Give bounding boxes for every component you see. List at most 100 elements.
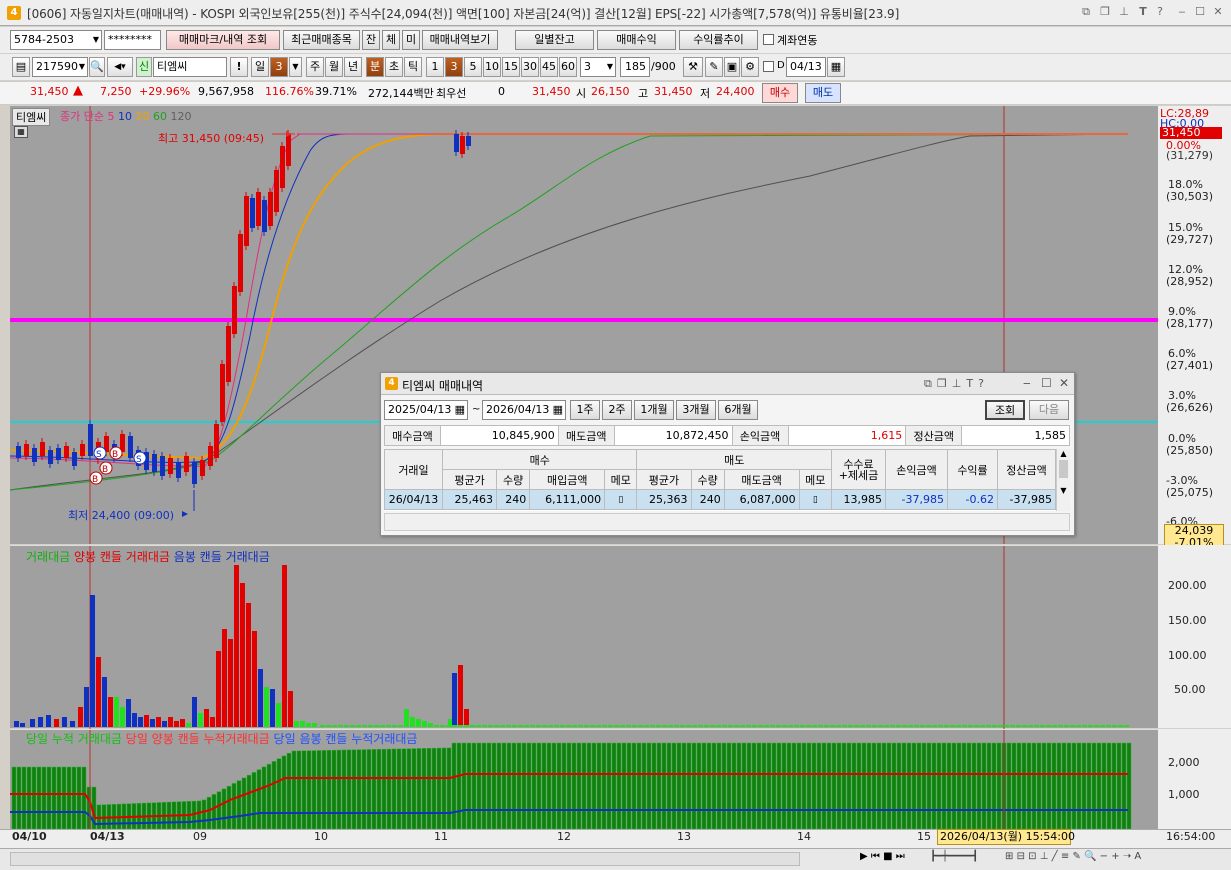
recent-trades-button[interactable]: 최근매매종목: [283, 30, 360, 50]
next-button[interactable]: 다음: [1029, 400, 1069, 420]
range-2w-button[interactable]: 2주: [602, 400, 632, 420]
day-count-dropdown[interactable]: ▼: [289, 57, 302, 77]
layout-icon[interactable]: ⊞: [1005, 851, 1013, 862]
minus-icon[interactable]: −: [1100, 851, 1108, 862]
min-30-button[interactable]: 30: [521, 57, 539, 77]
week-button[interactable]: 주: [306, 57, 324, 77]
min-60-button[interactable]: 60: [559, 57, 577, 77]
buy-button[interactable]: 매수: [762, 83, 798, 103]
bookmark-icon[interactable]: ⊥: [1040, 851, 1049, 862]
to-date-field[interactable]: 2026/04/13 ▦: [482, 400, 566, 420]
from-date-field[interactable]: 2025/04/13 ▦: [384, 400, 468, 420]
line-icon[interactable]: ╱: [1052, 851, 1058, 862]
min-15-button[interactable]: 15: [502, 57, 520, 77]
second-button[interactable]: 초: [385, 57, 403, 77]
sell-button[interactable]: 매도: [805, 83, 841, 103]
day-count[interactable]: 3: [270, 57, 288, 77]
chart-scrollbar[interactable]: [10, 852, 800, 866]
grid-icon[interactable]: ⊡: [1028, 851, 1036, 862]
popup-title-bar[interactable]: 4 티엠씨 매매내역 ⧉❐⊥T? ‒ ☐ ✕: [381, 373, 1074, 395]
year-button[interactable]: 년: [344, 57, 362, 77]
balance-button[interactable]: 잔: [362, 30, 380, 50]
count-field[interactable]: 185: [620, 57, 650, 77]
trade-history-popup[interactable]: 4 티엠씨 매매내역 ⧉❐⊥T? ‒ ☐ ✕ 2025/04/13 ▦ ~ 202…: [380, 372, 1075, 536]
trade-mark-query-button[interactable]: 매매마크/내역 조회: [166, 30, 280, 50]
popup-h-scrollbar[interactable]: [384, 513, 1070, 531]
copy-icon[interactable]: ❐: [1098, 5, 1112, 19]
popup-maximize-icon[interactable]: ☐: [1041, 376, 1052, 390]
memo-icon[interactable]: ▯: [604, 489, 638, 510]
unfilled-button[interactable]: 미: [402, 30, 420, 50]
draw-tool-icon[interactable]: ✎: [1072, 851, 1080, 862]
min-10-button[interactable]: 10: [483, 57, 501, 77]
plus-icon[interactable]: +: [1111, 851, 1119, 862]
interval-select[interactable]: 3 ▼: [580, 57, 616, 77]
amount-chart-panel[interactable]: 거래대금 양봉 캔들 거래대금 음봉 캔들 거래대금: [10, 545, 1158, 729]
filled-button[interactable]: 체: [382, 30, 400, 50]
range-1w-button[interactable]: 1주: [570, 400, 600, 420]
stop-icon[interactable]: ■: [883, 851, 892, 862]
text-tool-icon[interactable]: ≡: [1061, 851, 1069, 862]
draw-icon[interactable]: ✎: [705, 57, 723, 77]
copy-icon[interactable]: ❐: [937, 377, 952, 390]
min-1-button[interactable]: 1: [426, 57, 444, 77]
pin-icon[interactable]: ⊥: [1117, 5, 1131, 19]
date-field[interactable]: 04/13: [786, 57, 826, 77]
popup-minimize-icon[interactable]: ‒: [1023, 376, 1031, 390]
link-icon[interactable]: ⧉: [1079, 5, 1093, 19]
link-icon[interactable]: ⧉: [924, 377, 937, 390]
trade-profit-button[interactable]: 매매수익: [597, 30, 676, 50]
rewind-icon[interactable]: ⏮: [871, 851, 880, 862]
save-icon[interactable]: ▣: [724, 57, 740, 77]
account-select[interactable]: 5784-2503 ▼: [10, 30, 102, 50]
range-1m-button[interactable]: 1개월: [634, 400, 674, 420]
settings-icon[interactable]: ▤: [12, 57, 30, 77]
table-scrollbar[interactable]: ▲ ▼: [1056, 449, 1070, 511]
memo-icon[interactable]: ▯: [798, 489, 833, 510]
table-icon[interactable]: ▦: [14, 126, 28, 138]
table-row[interactable]: 26/04/13 25,463 240 6,111,000 ▯ 25,363 2…: [384, 489, 1056, 510]
stock-code-field[interactable]: 217590 ▼: [32, 57, 88, 77]
help-icon[interactable]: ?: [1153, 5, 1167, 19]
font-icon[interactable]: A: [1134, 851, 1141, 862]
stock-name-field[interactable]: 티엠씨: [153, 57, 227, 77]
password-field[interactable]: ********: [104, 30, 161, 50]
cumulative-chart-panel[interactable]: 당일 누적 거래대금 당일 양봉 캔들 누적거래대금 당일 음봉 캔들 누적거래…: [10, 729, 1158, 830]
date-checkbox[interactable]: [763, 61, 774, 72]
text-icon[interactable]: T: [966, 377, 978, 390]
popup-close-icon[interactable]: ✕: [1059, 376, 1069, 390]
min-5-button[interactable]: 5: [464, 57, 482, 77]
range-3m-button[interactable]: 3개월: [676, 400, 716, 420]
account-link-checkbox[interactable]: [763, 34, 774, 45]
daily-balance-button[interactable]: 일별잔고: [515, 30, 594, 50]
query-button[interactable]: 조회: [985, 400, 1025, 420]
search-icon[interactable]: 🔍: [89, 57, 105, 77]
view-trades-button[interactable]: 매매내역보기: [422, 30, 498, 50]
close-icon[interactable]: ✕: [1211, 5, 1225, 19]
tick-button[interactable]: 틱: [404, 57, 422, 77]
day-button[interactable]: 일: [251, 57, 269, 77]
min-45-button[interactable]: 45: [540, 57, 558, 77]
fast-forward-icon[interactable]: ⏭: [896, 851, 905, 862]
min-3-button[interactable]: 3: [445, 57, 463, 77]
pin-icon[interactable]: ⊥: [952, 377, 967, 390]
zoom-slider[interactable]: ┣━┿━━━━┫: [930, 851, 978, 862]
range-6m-button[interactable]: 6개월: [718, 400, 758, 420]
scroll-thumb[interactable]: [11, 853, 799, 865]
maximize-icon[interactable]: ☐: [1193, 5, 1207, 19]
month-button[interactable]: 월: [325, 57, 343, 77]
minimize-icon[interactable]: ‒: [1175, 5, 1189, 19]
alert-button[interactable]: !: [230, 57, 248, 77]
minute-button[interactable]: 분: [366, 57, 384, 77]
calendar-icon[interactable]: ▦: [827, 57, 845, 77]
arrow-icon[interactable]: ➝: [1123, 851, 1131, 862]
return-trend-button[interactable]: 수익률추이: [679, 30, 758, 50]
gear-icon[interactable]: ⚙: [741, 57, 759, 77]
tools-icon[interactable]: ⚒: [683, 57, 703, 77]
sound-icon[interactable]: ◀▾: [107, 57, 133, 77]
play-forward-icon[interactable]: ▶: [860, 851, 868, 862]
zoom-icon[interactable]: 🔍: [1084, 851, 1096, 862]
help-icon[interactable]: ?: [978, 377, 989, 390]
text-icon[interactable]: T: [1136, 5, 1150, 19]
split-icon[interactable]: ⊟: [1017, 851, 1025, 862]
